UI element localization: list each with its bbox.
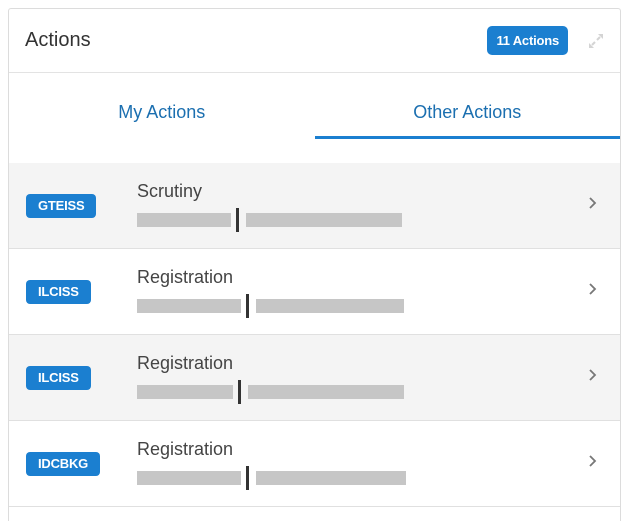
action-tag-badge: GTEISS	[26, 194, 97, 218]
action-tag-badge: ILCISS	[26, 366, 91, 390]
redacted-block	[248, 385, 404, 399]
panel-title: Actions	[25, 29, 91, 51]
actions-list: GTEISS Scrutiny ILCISS Registration ILCI…	[9, 163, 620, 507]
list-item[interactable]: IDCBKG Registration	[9, 421, 620, 507]
action-info: Registration	[137, 267, 404, 318]
redacted-block	[137, 385, 233, 399]
redacted-block	[256, 299, 404, 313]
redacted-block	[137, 471, 241, 485]
panel-header: Actions 11 Actions	[9, 9, 620, 73]
list-item[interactable]: ILCISS Registration	[9, 335, 620, 421]
action-info: Registration	[137, 353, 404, 404]
tab-my-actions[interactable]: My Actions	[9, 73, 315, 137]
redacted-block	[137, 299, 241, 313]
redacted-details	[137, 208, 402, 232]
action-info: Registration	[137, 439, 406, 490]
chevron-right-icon	[589, 369, 597, 381]
chevron-right-icon	[589, 283, 597, 295]
tab-other-actions[interactable]: Other Actions	[314, 73, 621, 139]
expand-icon[interactable]	[586, 31, 606, 51]
actions-panel: Actions 11 Actions My Actions Other Acti…	[8, 8, 621, 521]
action-type: Registration	[137, 267, 234, 287]
redacted-block	[256, 471, 406, 485]
action-tag-badge: IDCBKG	[26, 452, 101, 476]
redacted-details	[137, 294, 404, 318]
chevron-right-icon	[589, 455, 597, 467]
redacted-block	[137, 213, 231, 227]
action-type: Registration	[137, 439, 234, 459]
chevron-right-icon	[589, 197, 597, 209]
redacted-block	[246, 213, 402, 227]
separator	[238, 380, 241, 404]
redacted-details	[137, 466, 406, 490]
actions-tabs: My Actions Other Actions	[9, 73, 621, 139]
separator	[246, 294, 249, 318]
list-item[interactable]: ILCISS Registration	[9, 249, 620, 335]
separator	[236, 208, 239, 232]
action-type: Registration	[137, 353, 234, 373]
actions-count-badge[interactable]: 11 Actions	[487, 26, 568, 55]
action-tag-badge: ILCISS	[26, 280, 91, 304]
separator	[246, 466, 249, 490]
list-item[interactable]: GTEISS Scrutiny	[9, 163, 620, 249]
action-info: Scrutiny	[137, 181, 402, 232]
action-type: Scrutiny	[137, 181, 203, 201]
redacted-details	[137, 380, 404, 404]
